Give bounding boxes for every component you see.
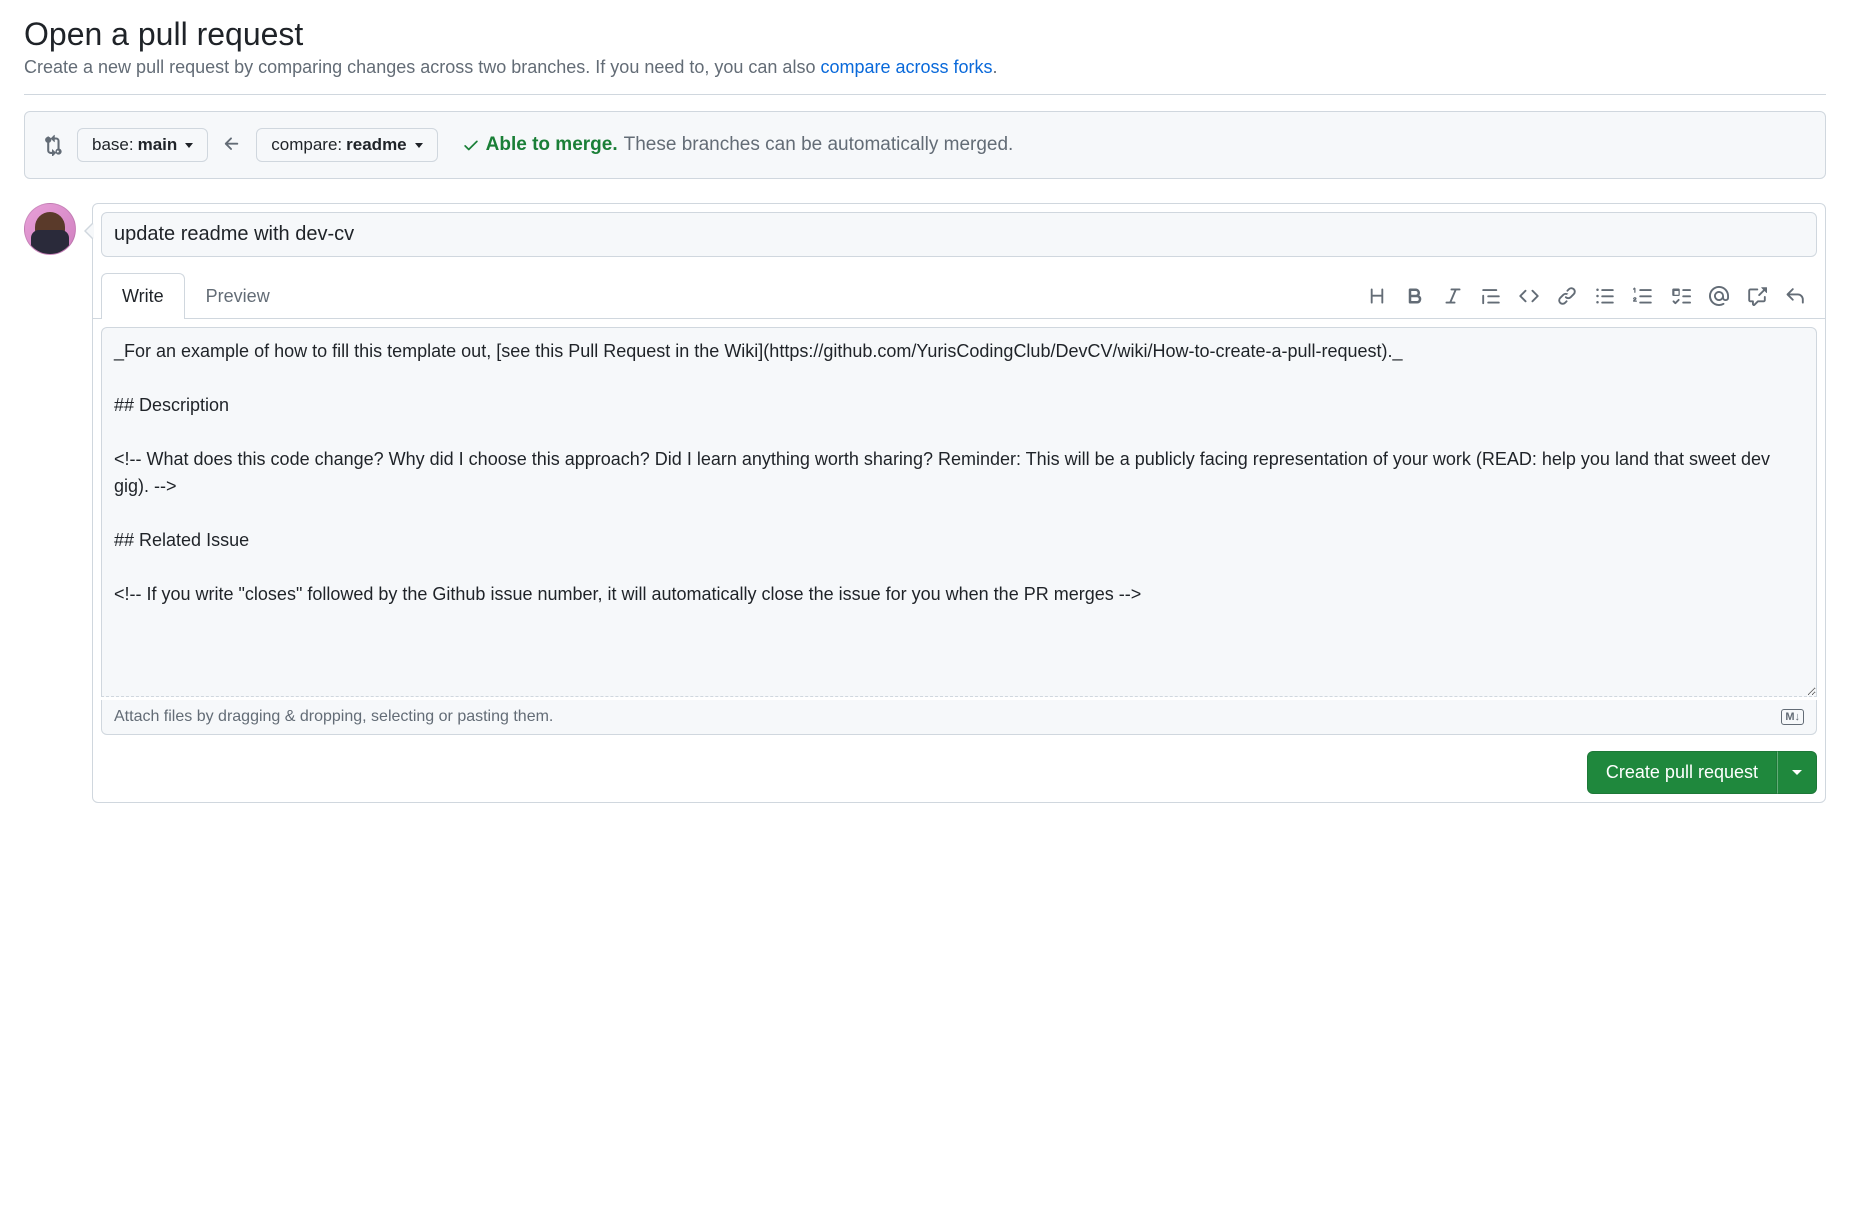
ordered-list-icon[interactable] <box>1633 286 1653 306</box>
unordered-list-icon[interactable] <box>1595 286 1615 306</box>
pr-title-input[interactable] <box>101 212 1817 257</box>
markdown-icon[interactable]: M↓ <box>1781 709 1804 725</box>
mention-icon[interactable] <box>1709 286 1729 306</box>
page-title: Open a pull request <box>24 0 1826 53</box>
chevron-down-icon <box>1792 770 1802 775</box>
task-list-icon[interactable] <box>1671 286 1691 306</box>
comment-box: Write Preview <box>92 203 1826 803</box>
compare-box: base: main compare: readme Able to merge… <box>24 111 1826 179</box>
cross-reference-icon[interactable] <box>1747 286 1767 306</box>
subtitle-text: Create a new pull request by comparing c… <box>24 57 820 77</box>
create-pr-dropdown[interactable] <box>1777 751 1817 794</box>
arrow-left-icon <box>222 134 242 157</box>
base-branch-name: main <box>138 135 178 155</box>
merge-status: Able to merge. These branches can be aut… <box>462 134 1014 156</box>
chevron-down-icon <box>415 143 423 148</box>
attach-bar[interactable]: Attach files by dragging & dropping, sel… <box>101 700 1817 735</box>
compare-label: compare: <box>271 135 342 155</box>
pr-body-textarea[interactable] <box>101 327 1817 697</box>
git-compare-icon <box>41 134 63 156</box>
tab-preview[interactable]: Preview <box>185 273 291 319</box>
attach-hint: Attach files by dragging & dropping, sel… <box>114 708 553 726</box>
reply-icon[interactable] <box>1785 286 1805 306</box>
avatar[interactable] <box>24 203 76 255</box>
create-pr-button[interactable]: Create pull request <box>1587 751 1777 794</box>
base-label: base: <box>92 135 134 155</box>
page-subtitle: Create a new pull request by comparing c… <box>24 57 1826 78</box>
check-icon <box>462 136 480 154</box>
bold-icon[interactable] <box>1405 286 1425 306</box>
base-branch-selector[interactable]: base: main <box>77 128 208 162</box>
compare-branch-name: readme <box>346 135 406 155</box>
merge-detail-text: These branches can be automatically merg… <box>624 134 1014 156</box>
compare-branch-selector[interactable]: compare: readme <box>256 128 437 162</box>
code-icon[interactable] <box>1519 286 1539 306</box>
italic-icon[interactable] <box>1443 286 1463 306</box>
merge-ok-text: Able to merge. <box>486 134 618 156</box>
compare-forks-link[interactable]: compare across forks <box>820 57 992 77</box>
divider <box>24 94 1826 95</box>
heading-icon[interactable] <box>1367 286 1387 306</box>
subtitle-suffix: . <box>993 57 998 77</box>
tab-write[interactable]: Write <box>101 273 185 319</box>
link-icon[interactable] <box>1557 286 1577 306</box>
markdown-toolbar <box>1355 278 1817 314</box>
quote-icon[interactable] <box>1481 286 1501 306</box>
chevron-down-icon <box>185 143 193 148</box>
